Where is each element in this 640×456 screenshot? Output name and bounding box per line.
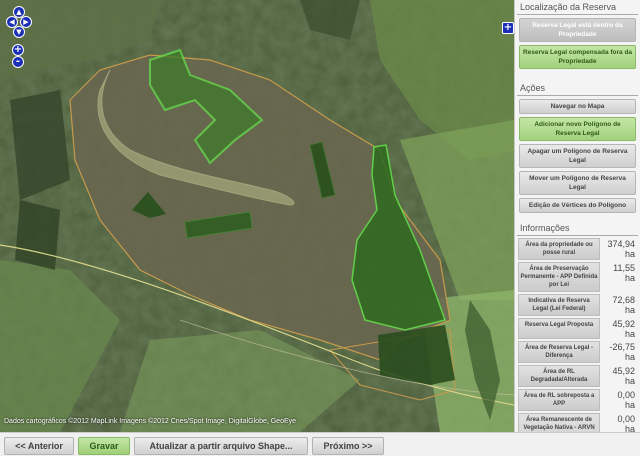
- map-imagery: [0, 0, 514, 432]
- info-value: -26,75 ha: [609, 342, 635, 362]
- app-window: ▲ ◀ ▶ ▼ + - + Dados cartográficos ©2012 …: [0, 0, 640, 456]
- info-label: Área de Reserva Legal - Diferença: [518, 341, 600, 363]
- info-label: Área da propriedade ou posse rural: [518, 238, 600, 260]
- satellite-map[interactable]: ▲ ◀ ▶ ▼ + - + Dados cartográficos ©2012 …: [0, 0, 514, 432]
- location-section-title: Localização da Reserva: [517, 0, 638, 15]
- info-label: Indicativa de Reserva Legal (Lei Federal…: [518, 294, 600, 316]
- previous-button[interactable]: << Anterior: [4, 437, 74, 455]
- info-section-title: Informações: [517, 221, 638, 236]
- navigate-map-button[interactable]: Navegar no Mapa: [519, 99, 636, 114]
- info-row: Área de Preservação Permanente - APP Def…: [518, 262, 637, 292]
- info-label: Reserva Legal Proposta: [518, 318, 600, 339]
- info-row: Área de Reserva Legal - Diferença -26,75 h…: [518, 341, 637, 363]
- map-attribution: Dados cartográficos ©2012 MapLink Imagen…: [4, 418, 297, 425]
- pan-down-icon[interactable]: ▼: [13, 26, 25, 38]
- info-value: 0,00 ha: [617, 390, 635, 410]
- info-label: Área de RL Degradada/Alterada: [518, 365, 600, 387]
- delete-polygon-button[interactable]: Apagar um Polígono de Reserva Legal: [519, 144, 636, 168]
- info-row: Reserva Legal Proposta 45,92 ha: [518, 318, 637, 339]
- bottom-toolbar: << Anterior Gravar Atualizar a partir ar…: [0, 432, 640, 456]
- zoom-out-icon[interactable]: -: [12, 56, 24, 68]
- update-from-shape-button[interactable]: Atualizar a partir arquivo Shape...: [134, 437, 308, 455]
- info-row: Indicativa de Reserva Legal (Lei Federal…: [518, 294, 637, 316]
- info-row: Área de RL Degradada/Alterada 45,92 ha: [518, 365, 637, 387]
- pan-control: ▲ ◀ ▶ ▼: [6, 6, 32, 40]
- actions-section-title: Ações: [517, 81, 638, 96]
- info-value: 45,92 ha: [612, 319, 635, 339]
- zoom-in-icon[interactable]: +: [12, 44, 24, 56]
- info-label: Área de Preservação Permanente - APP Def…: [518, 262, 600, 292]
- info-value: 11,55 ha: [613, 263, 635, 283]
- edit-vertices-button[interactable]: Edição de Vértices do Polígono: [519, 198, 636, 213]
- sidebar-panel: Localização da Reserva Reserva Legal est…: [514, 0, 640, 451]
- info-row: Área da propriedade ou posse rural 374,94…: [518, 238, 637, 260]
- info-value: 374,94 ha: [607, 239, 635, 259]
- info-list: Área da propriedade ou posse rural 374,94…: [515, 238, 640, 451]
- info-value: 45,92 ha: [612, 366, 635, 386]
- info-row: Área de RL sobreposta a APP 0,00 ha: [518, 389, 637, 411]
- rl-compensated-outside-button[interactable]: Reserva Legal compensada fora da Proprie…: [519, 45, 636, 69]
- add-polygon-button[interactable]: Adicionar novo Polígono de Reserva Legal: [519, 117, 636, 141]
- rl-inside-property-button[interactable]: Reserva Legal está dentro da Propriedade: [519, 18, 636, 42]
- save-button[interactable]: Gravar: [78, 437, 130, 455]
- move-polygon-button[interactable]: Mover um Polígono de Reserva Legal: [519, 171, 636, 195]
- info-label: Área de RL sobreposta a APP: [518, 389, 600, 411]
- layer-switcher-icon[interactable]: +: [502, 22, 514, 34]
- next-button[interactable]: Próximo >>: [312, 437, 384, 455]
- info-value: 72,68 ha: [612, 295, 635, 315]
